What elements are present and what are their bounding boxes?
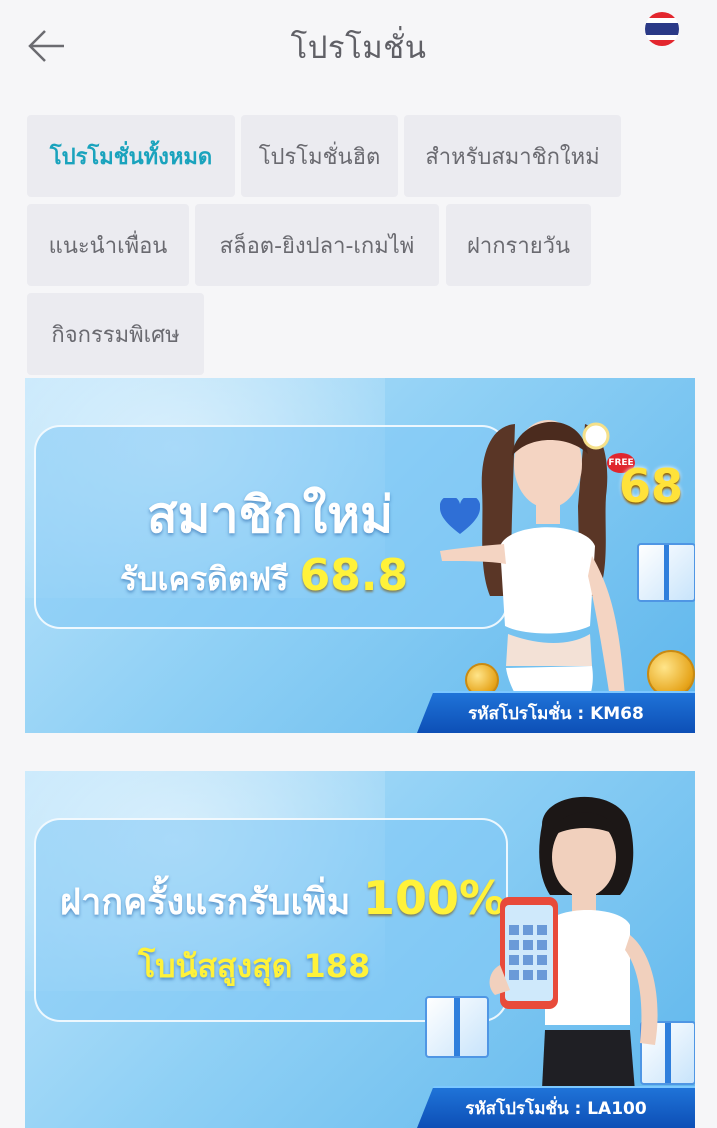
promo-code-tab: รหัสโปรโมชั่น : KM68 [417, 691, 695, 733]
top-bar: โปรโมชั่น [0, 0, 717, 92]
category-chip-slot-fish-card[interactable]: สล็อต-ยิงปลา-เกมไพ่ [195, 204, 439, 286]
coin-icon [647, 650, 695, 698]
category-chip-hit[interactable]: โปรโมชั่นฮิต [241, 115, 398, 197]
category-chip-new-member[interactable]: สำหรับสมาชิกใหม่ [404, 115, 621, 197]
promo-code-tab: รหัสโปรโมชั่น : LA100 [417, 1086, 695, 1128]
model-figure [440, 420, 625, 733]
page-title: โปรโมชั่น [290, 30, 427, 66]
promo-banner-new-member[interactable]: สมาชิกใหม่ รับเครดิตฟรี 68.8 FREE 68 รหั… [25, 378, 695, 733]
model-figure [489, 796, 658, 1128]
promo-headline: ฝากครั้งแรกรับเพิ่ม 100% [60, 871, 506, 925]
language-selector[interactable] [645, 12, 679, 50]
promo-subline: รับเครดิตฟรี 68.8 [120, 550, 409, 601]
promo-banner-first-deposit[interactable]: ฝากครั้งแรกรับเพิ่ม 100% โบนัสสูงสุด 188… [25, 771, 695, 1128]
category-chip-referral[interactable]: แนะนำเพื่อน [27, 204, 189, 286]
promo-amount: 68.8 [299, 550, 409, 601]
category-chip-special-event[interactable]: กิจกรรมพิเศษ [27, 293, 204, 375]
promo-subline: โบนัสสูงสุด 188 [138, 947, 371, 985]
category-chip-all[interactable]: โปรโมชั่นทั้งหมด [27, 115, 235, 197]
promo-headline: สมาชิกใหม่ [147, 486, 394, 544]
thailand-flag-icon [645, 12, 679, 46]
category-chip-daily-deposit[interactable]: ฝากรายวัน [446, 204, 591, 286]
